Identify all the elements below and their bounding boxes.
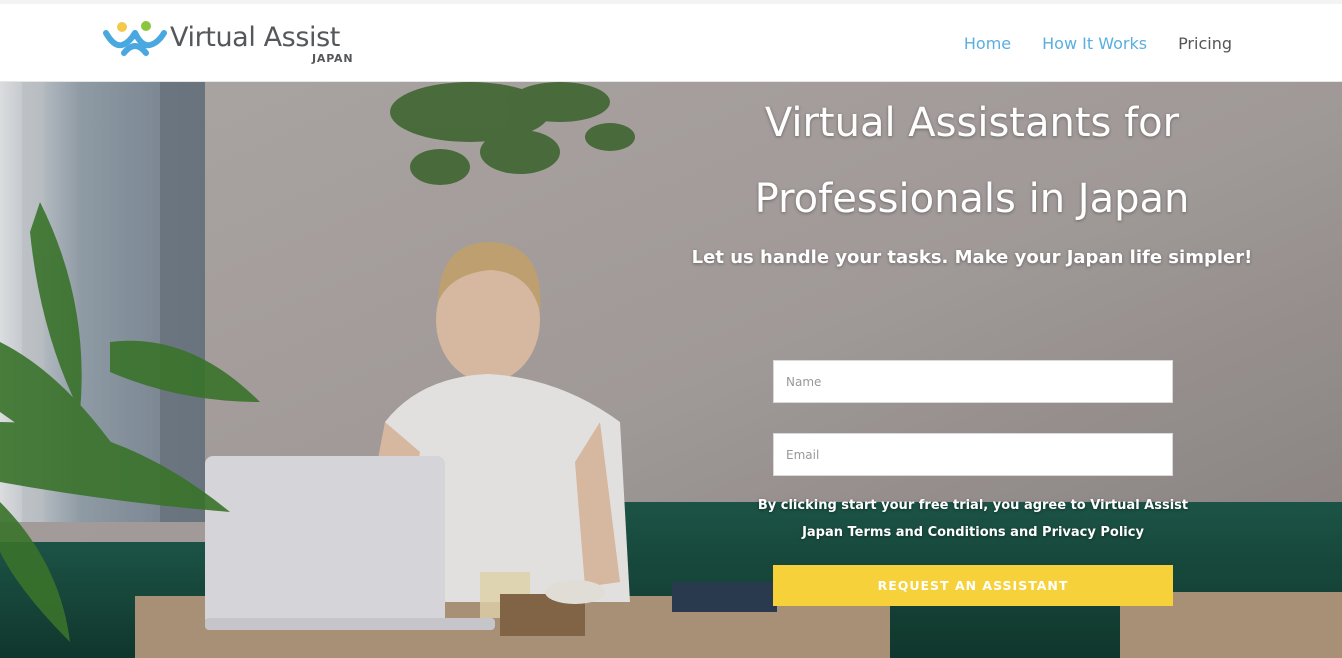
logo-people-icon xyxy=(103,21,167,56)
email-input[interactable] xyxy=(773,433,1173,476)
nav-pricing-link[interactable]: Pricing xyxy=(1178,34,1232,53)
agreement-text: By clicking start your free trial, you a… xyxy=(748,492,1198,546)
logo-subtext: JAPAN xyxy=(312,52,354,65)
main-nav: Home How It Works Pricing xyxy=(964,34,1232,53)
nav-how-it-works-link[interactable]: How It Works xyxy=(1042,34,1147,53)
hero-subtitle: Let us handle your tasks. Make your Japa… xyxy=(691,247,1253,268)
hero-title-line-2: Professionals in Japan xyxy=(754,176,1190,222)
site-logo[interactable]: Virtual Assist JAPAN xyxy=(102,19,362,67)
site-header: Virtual Assist JAPAN Home How It Works P… xyxy=(0,4,1342,82)
logo-text: Virtual Assist xyxy=(170,22,340,53)
hero-section: Virtual Assistants for Professionals in … xyxy=(0,82,1342,658)
nav-home-link[interactable]: Home xyxy=(964,34,1011,53)
hero-title-line-1: Virtual Assistants for xyxy=(764,100,1180,146)
agreement-line-1: By clicking start your free trial, you a… xyxy=(757,498,1189,513)
name-input[interactable] xyxy=(773,360,1173,403)
agreement-line-2: Japan Terms and Conditions and Privacy P… xyxy=(802,525,1144,540)
request-assistant-button[interactable]: REQUEST AN ASSISTANT xyxy=(773,565,1173,606)
